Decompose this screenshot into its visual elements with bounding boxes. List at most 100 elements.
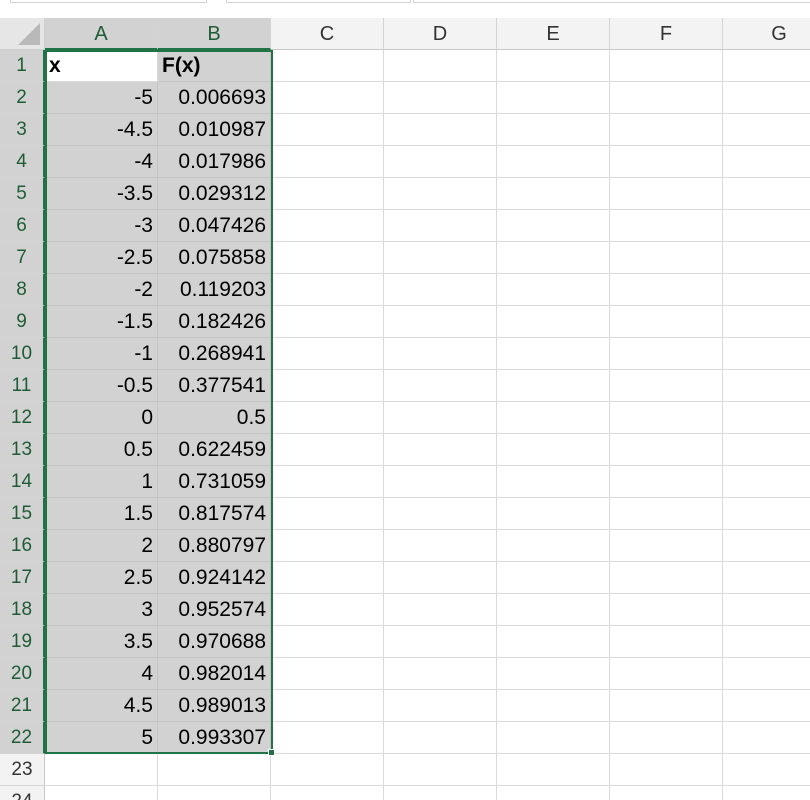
column-header-c[interactable]: C bbox=[271, 18, 384, 50]
cell-a22[interactable]: 5 bbox=[45, 722, 158, 754]
cell-a9[interactable]: -1.5 bbox=[45, 306, 158, 338]
cell-b7[interactable]: 0.075858 bbox=[158, 242, 271, 274]
cell-b14[interactable]: 0.731059 bbox=[158, 466, 271, 498]
cell-c7[interactable] bbox=[271, 242, 384, 274]
row-header-19[interactable]: 19 bbox=[0, 626, 45, 658]
formula-bar-edge[interactable] bbox=[226, 0, 411, 3]
cell-a12[interactable]: 0 bbox=[45, 402, 158, 434]
cell-g19[interactable] bbox=[723, 626, 810, 658]
cell-b18[interactable]: 0.952574 bbox=[158, 594, 271, 626]
cell-a23[interactable] bbox=[45, 754, 158, 786]
cell-f19[interactable] bbox=[610, 626, 723, 658]
cell-g16[interactable] bbox=[723, 530, 810, 562]
cell-d10[interactable] bbox=[384, 338, 497, 370]
cell-b6[interactable]: 0.047426 bbox=[158, 210, 271, 242]
cell-a18[interactable]: 3 bbox=[45, 594, 158, 626]
cell-g12[interactable] bbox=[723, 402, 810, 434]
cell-g24[interactable] bbox=[723, 786, 810, 800]
row-header-1[interactable]: 1 bbox=[0, 50, 45, 82]
cell-c21[interactable] bbox=[271, 690, 384, 722]
cell-e22[interactable] bbox=[497, 722, 610, 754]
cell-a3[interactable]: -4.5 bbox=[45, 114, 158, 146]
row-header-11[interactable]: 11 bbox=[0, 370, 45, 402]
row-header-8[interactable]: 8 bbox=[0, 274, 45, 306]
cell-f6[interactable] bbox=[610, 210, 723, 242]
name-box-edge[interactable] bbox=[10, 0, 207, 3]
cell-g14[interactable] bbox=[723, 466, 810, 498]
cell-c12[interactable] bbox=[271, 402, 384, 434]
cell-a10[interactable]: -1 bbox=[45, 338, 158, 370]
cell-g20[interactable] bbox=[723, 658, 810, 690]
cell-c14[interactable] bbox=[271, 466, 384, 498]
row-header-23[interactable]: 23 bbox=[0, 754, 45, 786]
cell-d12[interactable] bbox=[384, 402, 497, 434]
cell-b20[interactable]: 0.982014 bbox=[158, 658, 271, 690]
cell-f10[interactable] bbox=[610, 338, 723, 370]
row-header-22[interactable]: 22 bbox=[0, 722, 45, 754]
row-header-21[interactable]: 21 bbox=[0, 690, 45, 722]
cell-d18[interactable] bbox=[384, 594, 497, 626]
cell-b12[interactable]: 0.5 bbox=[158, 402, 271, 434]
cell-a20[interactable]: 4 bbox=[45, 658, 158, 690]
cell-c18[interactable] bbox=[271, 594, 384, 626]
cell-g15[interactable] bbox=[723, 498, 810, 530]
cell-g3[interactable] bbox=[723, 114, 810, 146]
cell-b16[interactable]: 0.880797 bbox=[158, 530, 271, 562]
cell-b3[interactable]: 0.010987 bbox=[158, 114, 271, 146]
cell-f3[interactable] bbox=[610, 114, 723, 146]
cell-e17[interactable] bbox=[497, 562, 610, 594]
cell-f21[interactable] bbox=[610, 690, 723, 722]
cell-c2[interactable] bbox=[271, 82, 384, 114]
cell-f9[interactable] bbox=[610, 306, 723, 338]
cell-g18[interactable] bbox=[723, 594, 810, 626]
cell-g13[interactable] bbox=[723, 434, 810, 466]
cell-b21[interactable]: 0.989013 bbox=[158, 690, 271, 722]
column-header-g[interactable]: G bbox=[723, 18, 810, 50]
row-header-18[interactable]: 18 bbox=[0, 594, 45, 626]
cell-a21[interactable]: 4.5 bbox=[45, 690, 158, 722]
cell-g21[interactable] bbox=[723, 690, 810, 722]
cell-e10[interactable] bbox=[497, 338, 610, 370]
row-header-6[interactable]: 6 bbox=[0, 210, 45, 242]
cell-d11[interactable] bbox=[384, 370, 497, 402]
cell-f5[interactable] bbox=[610, 178, 723, 210]
cell-g4[interactable] bbox=[723, 146, 810, 178]
cell-b8[interactable]: 0.119203 bbox=[158, 274, 271, 306]
cell-c6[interactable] bbox=[271, 210, 384, 242]
cell-b19[interactable]: 0.970688 bbox=[158, 626, 271, 658]
cell-g7[interactable] bbox=[723, 242, 810, 274]
cell-f13[interactable] bbox=[610, 434, 723, 466]
cell-a17[interactable]: 2.5 bbox=[45, 562, 158, 594]
cell-e24[interactable] bbox=[497, 786, 610, 800]
cell-f17[interactable] bbox=[610, 562, 723, 594]
cell-d3[interactable] bbox=[384, 114, 497, 146]
cell-d13[interactable] bbox=[384, 434, 497, 466]
fill-handle[interactable] bbox=[268, 749, 275, 756]
cell-a19[interactable]: 3.5 bbox=[45, 626, 158, 658]
cell-b10[interactable]: 0.268941 bbox=[158, 338, 271, 370]
cell-e3[interactable] bbox=[497, 114, 610, 146]
cell-c23[interactable] bbox=[271, 754, 384, 786]
cell-e9[interactable] bbox=[497, 306, 610, 338]
cell-f18[interactable] bbox=[610, 594, 723, 626]
cell-b23[interactable] bbox=[158, 754, 271, 786]
cell-e16[interactable] bbox=[497, 530, 610, 562]
cell-d14[interactable] bbox=[384, 466, 497, 498]
row-header-9[interactable]: 9 bbox=[0, 306, 45, 338]
row-header-2[interactable]: 2 bbox=[0, 82, 45, 114]
row-header-16[interactable]: 16 bbox=[0, 530, 45, 562]
cell-a15[interactable]: 1.5 bbox=[45, 498, 158, 530]
cell-f16[interactable] bbox=[610, 530, 723, 562]
cell-c11[interactable] bbox=[271, 370, 384, 402]
row-header-7[interactable]: 7 bbox=[0, 242, 45, 274]
cell-g6[interactable] bbox=[723, 210, 810, 242]
cell-g23[interactable] bbox=[723, 754, 810, 786]
cell-a16[interactable]: 2 bbox=[45, 530, 158, 562]
cell-d1[interactable] bbox=[384, 50, 497, 82]
cell-a5[interactable]: -3.5 bbox=[45, 178, 158, 210]
cell-a2[interactable]: -5 bbox=[45, 82, 158, 114]
cell-c5[interactable] bbox=[271, 178, 384, 210]
cell-f4[interactable] bbox=[610, 146, 723, 178]
cell-g9[interactable] bbox=[723, 306, 810, 338]
cell-e8[interactable] bbox=[497, 274, 610, 306]
